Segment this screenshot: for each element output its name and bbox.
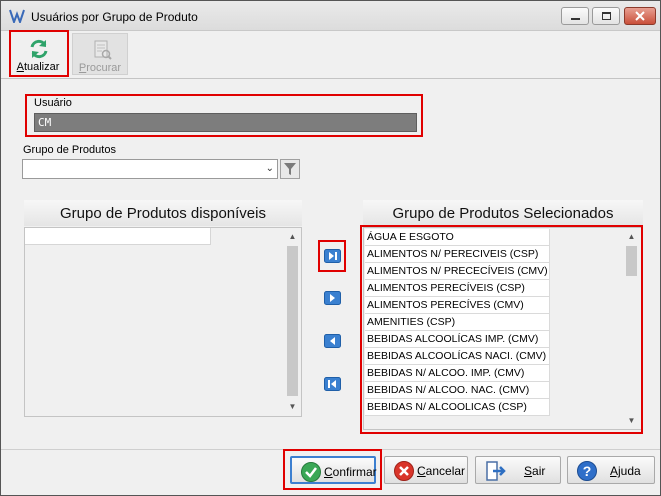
procurar-button[interactable]: Procurar (72, 33, 128, 75)
move-right-icon[interactable] (324, 291, 341, 305)
scroll-down-icon[interactable]: ▼ (285, 400, 300, 414)
filter-icon[interactable] (280, 159, 300, 179)
scroll-up-icon[interactable]: ▲ (285, 230, 300, 244)
move-all-left-icon[interactable] (324, 377, 341, 391)
exit-icon (486, 461, 506, 481)
close-icon (635, 11, 645, 21)
list-item[interactable]: BEBIDAS N/ ALCOO. NAC. (CMV) (365, 382, 550, 399)
selecionados-title: Grupo de Produtos Selecionados (392, 205, 614, 222)
list-item[interactable] (25, 228, 211, 245)
scroll-down-icon[interactable]: ▼ (624, 414, 639, 428)
window-title: Usuários por Grupo de Produto (31, 10, 198, 24)
cancelar-button[interactable]: Cancelar (384, 456, 468, 484)
svg-text:?: ? (583, 463, 592, 479)
minimize-icon (571, 18, 580, 20)
check-icon (301, 462, 321, 482)
list-item[interactable]: ALIMENTOS N/ PRECECÍVEIS (CMV) (365, 263, 550, 280)
selecionados-scrollbar[interactable]: ▲ ▼ (624, 228, 639, 429)
disponiveis-list[interactable] (24, 227, 302, 417)
scroll-up-icon[interactable]: ▲ (624, 230, 639, 244)
move-left-icon[interactable] (324, 334, 341, 348)
list-item[interactable]: BEBIDAS N/ ALCOOLICAS (CSP) (365, 399, 550, 416)
scroll-thumb[interactable] (626, 246, 637, 276)
confirmar-label: Confirmar (324, 465, 377, 479)
app-icon (9, 9, 25, 23)
title-bar[interactable]: Usuários por Grupo de Produto (1, 1, 660, 31)
app-window: Usuários por Grupo de Produto Atualizar (0, 0, 661, 496)
confirmar-button[interactable]: Confirmar (290, 456, 377, 484)
minimize-button[interactable] (561, 7, 589, 25)
help-icon: ? (577, 461, 597, 481)
toolbar: Atualizar Procurar (1, 31, 660, 79)
disponiveis-title: Grupo de Produtos disponíveis (60, 205, 266, 222)
list-item[interactable]: ALIMENTOS PERECÍVES (CMV) (365, 297, 550, 314)
list-item[interactable]: ALIMENTOS PERECÍVEIS (CSP) (365, 280, 550, 297)
disponiveis-scrollbar[interactable]: ▲ ▼ (285, 228, 300, 416)
selecionados-items: ÁGUA E ESGOTO ALIMENTOS N/ PERECIVEIS (C… (365, 229, 550, 416)
list-item[interactable]: BEBIDAS ALCOOLÍCAS IMP. (CMV) (365, 331, 550, 348)
atualizar-label: Atualizar (16, 61, 60, 73)
close-button[interactable] (624, 7, 656, 25)
list-item[interactable]: ALIMENTOS N/ PERECIVEIS (CSP) (365, 246, 550, 263)
list-item[interactable]: AMENITIES (CSP) (365, 314, 550, 331)
sair-button[interactable]: Sair (475, 456, 561, 484)
maximize-button[interactable] (592, 7, 620, 25)
sair-label: Sair (524, 464, 546, 478)
cancel-icon (394, 461, 414, 481)
search-document-icon (94, 40, 112, 60)
list-item[interactable]: ÁGUA E ESGOTO (365, 229, 550, 246)
cancelar-label: Cancelar (417, 464, 466, 478)
ajuda-button[interactable]: ? Ajuda (567, 456, 655, 484)
procurar-label: Procurar (78, 62, 122, 74)
ajuda-label: Ajuda (610, 464, 641, 478)
refresh-icon (30, 39, 48, 59)
list-item[interactable]: BEBIDAS N/ ALCOO. IMP. (CMV) (365, 365, 550, 382)
chevron-down-icon[interactable]: ⌄ (266, 163, 274, 174)
maximize-icon (602, 12, 611, 20)
usuario-label: Usuário (34, 97, 72, 109)
usuario-field[interactable]: CM (34, 113, 417, 132)
atualizar-button[interactable]: Atualizar (10, 33, 66, 75)
grupo-produtos-combo[interactable]: ⌄ (22, 159, 278, 179)
move-all-right-icon[interactable] (324, 249, 341, 263)
grupo-produtos-label: Grupo de Produtos (23, 144, 116, 156)
scroll-thumb[interactable] (287, 246, 298, 396)
list-item[interactable]: BEBIDAS ALCOOLÍCAS NACI. (CMV) (365, 348, 550, 365)
